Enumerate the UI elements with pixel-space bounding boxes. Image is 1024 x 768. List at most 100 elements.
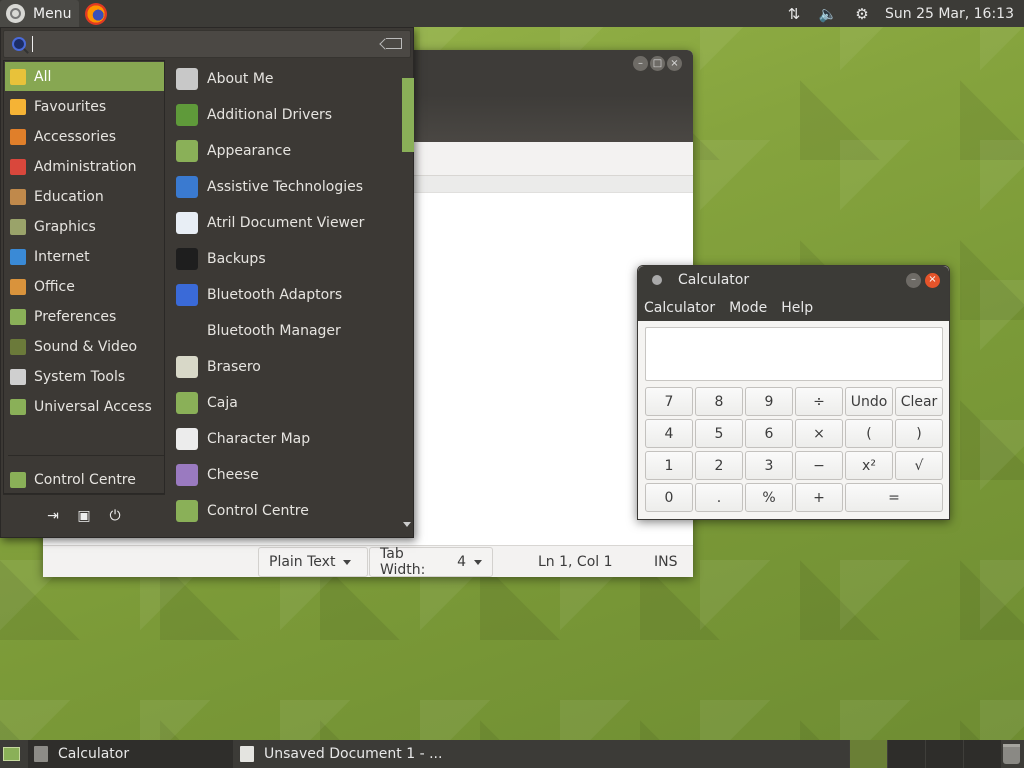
star-icon	[10, 98, 26, 115]
calc-button[interactable]: 4	[645, 419, 693, 448]
session-buttons: ⇥ ▣ ⏻	[3, 494, 165, 537]
tab-width-value: 4	[457, 554, 466, 570]
calc-button[interactable]: %	[745, 483, 793, 512]
control-centre-icon	[176, 500, 198, 522]
taskbar-item-calculator[interactable]: Calculator	[28, 740, 233, 768]
category-system-tools[interactable]: System Tools	[5, 362, 164, 391]
trash-icon[interactable]	[1003, 744, 1020, 764]
calc-button[interactable]: ÷	[795, 387, 843, 416]
settings-icon[interactable]: ⚙	[845, 5, 879, 23]
workspace-4[interactable]	[963, 740, 1001, 768]
firefox-launcher-icon[interactable]	[85, 2, 108, 25]
maximize-button[interactable]: □	[650, 56, 665, 71]
workspace-2[interactable]	[887, 740, 925, 768]
category-label: Universal Access	[34, 398, 152, 415]
scroll-down-icon[interactable]	[403, 522, 411, 527]
calc-button[interactable]: 5	[695, 419, 743, 448]
calc-button[interactable]: x²	[845, 451, 893, 480]
calc-button[interactable]: 1	[645, 451, 693, 480]
calc-button[interactable]: Clear	[895, 387, 943, 416]
workspace-1[interactable]	[849, 740, 887, 768]
calc-button[interactable]: 2	[695, 451, 743, 480]
app-item-appearance[interactable]: Appearance	[169, 133, 401, 169]
language-selector[interactable]: Plain Text	[258, 547, 368, 577]
app-item-assistive-technologies[interactable]: Assistive Technologies	[169, 169, 401, 205]
calculator-display[interactable]	[645, 327, 943, 381]
calc-button[interactable]: √	[895, 451, 943, 480]
calc-button[interactable]: .	[695, 483, 743, 512]
category-education[interactable]: Education	[5, 182, 164, 211]
chevron-down-icon	[343, 559, 352, 565]
cheese-icon	[176, 464, 198, 486]
office-icon	[10, 278, 26, 295]
sound-video-icon	[10, 338, 26, 355]
scrollbar-thumb[interactable]	[402, 78, 414, 152]
clear-search-icon[interactable]	[386, 38, 402, 49]
minimize-button[interactable]: –	[906, 273, 921, 288]
calc-button[interactable]: 7	[645, 387, 693, 416]
app-label: Character Map	[207, 431, 311, 447]
app-item-backups[interactable]: Backups	[169, 241, 401, 277]
cursor-position: Ln 1, Col 1	[538, 554, 613, 570]
category-control-centre[interactable]: Control Centre	[5, 465, 164, 494]
show-desktop-button[interactable]	[3, 747, 20, 761]
app-item-additional-drivers[interactable]: Additional Drivers	[169, 97, 401, 133]
calc-button[interactable]: 8	[695, 387, 743, 416]
calc-button[interactable]: −	[795, 451, 843, 480]
close-button[interactable]: ×	[667, 56, 682, 71]
calc-button[interactable]: +	[795, 483, 843, 512]
calc-button[interactable]: Undo	[845, 387, 893, 416]
app-item-atril-document-viewer[interactable]: Atril Document Viewer	[169, 205, 401, 241]
calculator-icon	[34, 746, 48, 762]
menu-mode[interactable]: Mode	[729, 300, 767, 316]
app-item-character-map[interactable]: Character Map	[169, 421, 401, 457]
menu-calculator[interactable]: Calculator	[644, 300, 715, 316]
app-label: Control Centre	[207, 503, 309, 519]
menu-help[interactable]: Help	[781, 300, 813, 316]
category-favourites[interactable]: Favourites	[5, 92, 164, 121]
calc-button[interactable]: ×	[795, 419, 843, 448]
disc-icon	[176, 356, 198, 378]
menu-button[interactable]: Menu	[0, 0, 80, 27]
volume-icon[interactable]: 🔈	[811, 5, 845, 23]
app-item-bluetooth-adaptors[interactable]: Bluetooth Adaptors	[169, 277, 401, 313]
lock-screen-icon[interactable]: ▣	[75, 508, 93, 524]
close-button[interactable]: ×	[925, 273, 940, 288]
calc-button[interactable]: 3	[745, 451, 793, 480]
search-input[interactable]	[3, 30, 411, 58]
category-preferences[interactable]: Preferences	[5, 302, 164, 331]
power-icon[interactable]: ⏻	[106, 508, 124, 524]
category-office[interactable]: Office	[5, 272, 164, 301]
app-item-about-me[interactable]: About Me	[169, 61, 401, 97]
workspace-3[interactable]	[925, 740, 963, 768]
calc-button[interactable]: =	[845, 483, 943, 512]
calculator-titlebar[interactable]: Calculator – ×	[638, 266, 949, 294]
category-accessories[interactable]: Accessories	[5, 122, 164, 151]
clock[interactable]: Sun 25 Mar, 16:13	[885, 6, 1014, 22]
category-universal-access[interactable]: Universal Access	[5, 392, 164, 421]
calc-button[interactable]: 6	[745, 419, 793, 448]
category-graphics[interactable]: Graphics	[5, 212, 164, 241]
calc-button[interactable]: )	[895, 419, 943, 448]
tab-width-selector[interactable]: Tab Width: 4	[369, 546, 493, 577]
app-item-brasero[interactable]: Brasero	[169, 349, 401, 385]
app-label: Cheese	[207, 467, 259, 483]
network-icon[interactable]: ⇅	[777, 5, 811, 23]
calc-button[interactable]: 0	[645, 483, 693, 512]
category-administration[interactable]: Administration	[5, 152, 164, 181]
app-item-caja[interactable]: Caja	[169, 385, 401, 421]
category-label: Internet	[34, 248, 90, 265]
category-label: System Tools	[34, 368, 126, 385]
minimize-button[interactable]: –	[633, 56, 648, 71]
app-item-bluetooth-manager[interactable]: Bluetooth Manager	[169, 313, 401, 349]
taskbar-item-text-editor[interactable]: Unsaved Document 1 - ...	[234, 740, 464, 768]
category-internet[interactable]: Internet	[5, 242, 164, 271]
category-all[interactable]: All	[5, 62, 164, 91]
app-label: Bluetooth Manager	[207, 323, 341, 339]
calc-button[interactable]: (	[845, 419, 893, 448]
app-item-control-centre[interactable]: Control Centre	[169, 493, 401, 529]
app-item-cheese[interactable]: Cheese	[169, 457, 401, 493]
logout-icon[interactable]: ⇥	[44, 508, 62, 524]
calc-button[interactable]: 9	[745, 387, 793, 416]
category-sound-video[interactable]: Sound & Video	[5, 332, 164, 361]
